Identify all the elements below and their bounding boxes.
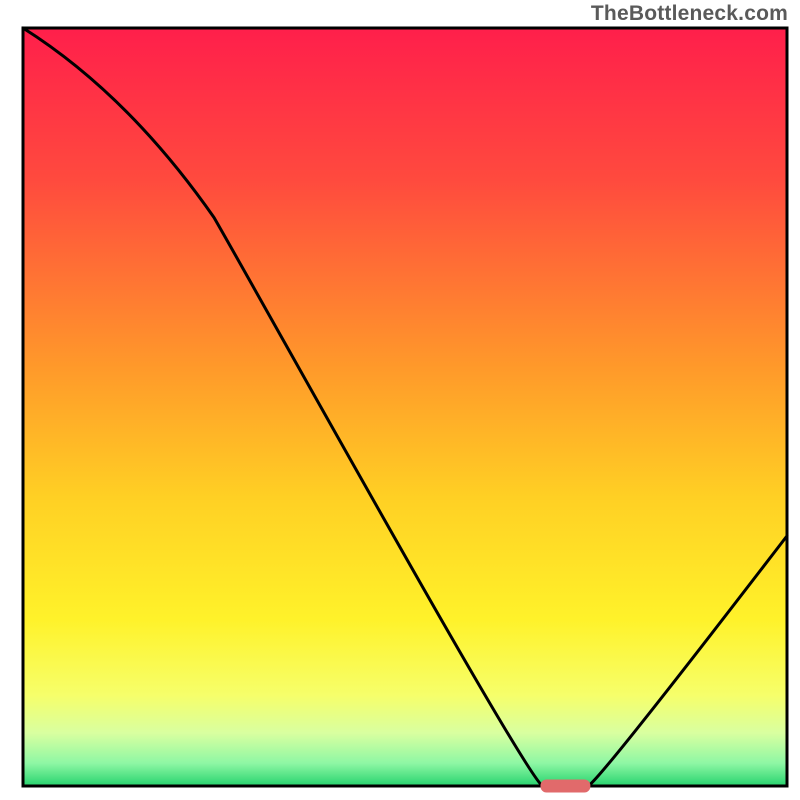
- bottleneck-chart: [0, 0, 800, 800]
- plot-background: [23, 28, 787, 786]
- optimum-marker: [541, 780, 591, 793]
- watermark-text: TheBottleneck.com: [591, 2, 788, 26]
